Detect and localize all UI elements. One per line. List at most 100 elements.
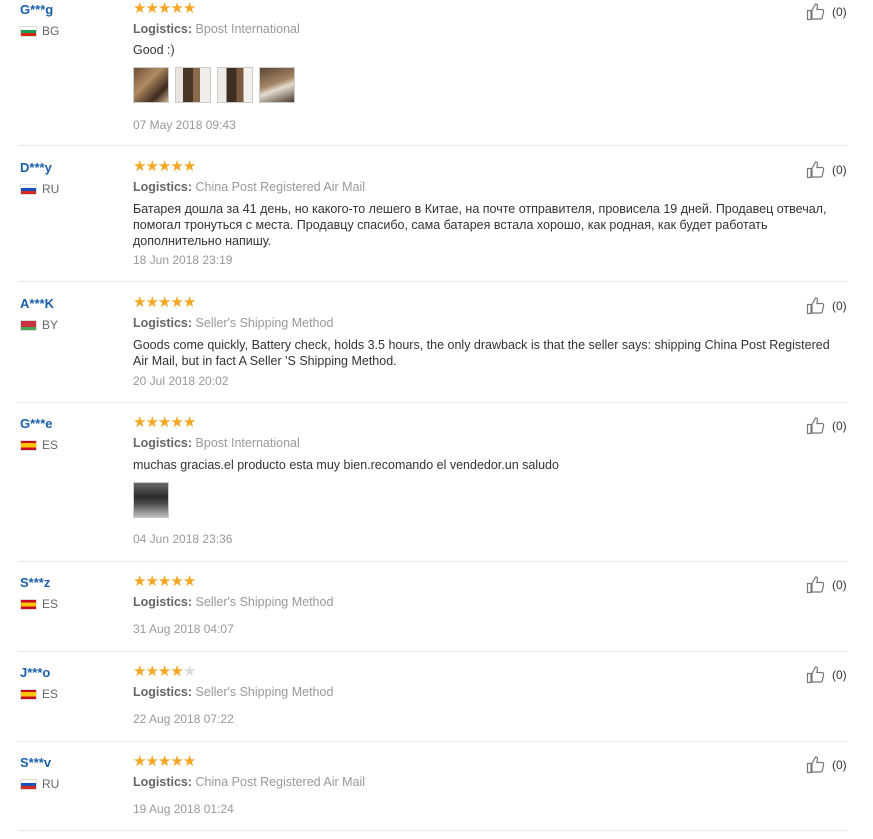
- logistics-info: Logistics: China Post Registered Air Mai…: [133, 775, 365, 789]
- star-rating: ★ ★ ★ ★ ★: [133, 158, 196, 175]
- logistics-label: Logistics:: [133, 775, 193, 789]
- logistics-method: Bpost International: [195, 436, 300, 450]
- reviewer-country: BY: [20, 318, 58, 332]
- reviewer-name[interactable]: D***y: [20, 160, 52, 175]
- helpful-count: (0): [832, 577, 847, 592]
- logistics-info: Logistics: China Post Registered Air Mai…: [133, 180, 365, 194]
- helpful-button[interactable]: (0): [806, 755, 847, 774]
- star-icon: ★: [182, 753, 196, 770]
- review-item: S***z ES ★ ★ ★ ★ ★ Logistics: Seller's Shipp…: [0, 573, 873, 652]
- review-date: 04 Jun 2018 23:36: [133, 532, 233, 546]
- reviewer-name[interactable]: S***z: [20, 575, 50, 590]
- logistics-label: Logistics:: [133, 685, 193, 699]
- reviewer-name[interactable]: G***g: [20, 2, 53, 17]
- divider: [18, 830, 847, 831]
- review-text: Good :): [133, 43, 175, 57]
- review-text: Goods come quickly, Battery check, holds…: [133, 338, 830, 368]
- star-icon: ★: [170, 663, 183, 680]
- country-code: ES: [42, 597, 59, 611]
- divider: [18, 741, 847, 742]
- country-code: ES: [42, 687, 59, 701]
- star-icon: ★: [157, 0, 171, 17]
- reviewer-name[interactable]: S***v: [20, 755, 51, 770]
- logistics-method: Seller's Shipping Method: [195, 316, 334, 330]
- star-icon: ★: [133, 0, 146, 17]
- helpful-button[interactable]: (0): [806, 665, 847, 684]
- star-icon: ★: [170, 573, 183, 590]
- flag-icon: [20, 439, 37, 451]
- review-date: 19 Aug 2018 01:24: [133, 802, 234, 816]
- star-icon: ★: [170, 0, 183, 17]
- flag-icon: [20, 598, 37, 610]
- divider: [18, 281, 847, 282]
- thumbs-up-icon: [806, 296, 826, 315]
- star-icon: ★: [182, 414, 196, 431]
- star-icon: ★: [170, 294, 183, 311]
- star-icon: ★: [133, 414, 146, 431]
- review-photo[interactable]: [133, 67, 169, 103]
- reviewer-name[interactable]: A***K: [20, 296, 54, 311]
- thumbs-up-icon: [806, 160, 826, 179]
- country-code: BY: [42, 318, 59, 332]
- star-icon: ★: [145, 158, 158, 175]
- star-icon: ★: [157, 663, 171, 680]
- star-icon: ★: [145, 663, 158, 680]
- divider: [18, 651, 847, 652]
- helpful-button[interactable]: (0): [806, 416, 847, 435]
- thumbs-up-icon: [806, 755, 826, 774]
- star-rating: ★ ★ ★ ★ ★: [133, 663, 196, 680]
- review-photo[interactable]: [175, 67, 211, 103]
- reviewer-country: ES: [20, 438, 58, 452]
- thumbs-up-icon: [806, 416, 826, 435]
- star-icon: ★: [145, 573, 158, 590]
- star-icon: ★: [182, 573, 196, 590]
- country-code: BG: [42, 24, 60, 38]
- review-item: D***y RU ★ ★ ★ ★ ★ Logistics: China Post Reg…: [0, 158, 873, 282]
- logistics-label: Logistics:: [133, 316, 193, 330]
- review-photos: [133, 67, 295, 103]
- star-icon: ★: [157, 414, 171, 431]
- thumbs-up-icon: [806, 575, 826, 594]
- star-icon: ★: [182, 663, 196, 680]
- star-rating: ★ ★ ★ ★ ★: [133, 573, 196, 590]
- logistics-label: Logistics:: [133, 22, 193, 36]
- feedback-list: G***g BG ★ ★ ★ ★ ★ Logistics: Bpost Internat…: [0, 0, 873, 839]
- flag-icon: [20, 778, 37, 790]
- review-photo[interactable]: [259, 67, 295, 103]
- star-icon: ★: [145, 294, 158, 311]
- logistics-method: China Post Registered Air Mail: [195, 180, 366, 194]
- reviewer-country: ES: [20, 597, 58, 611]
- helpful-button[interactable]: (0): [806, 296, 847, 315]
- country-code: RU: [42, 182, 60, 196]
- divider: [18, 145, 847, 146]
- review-date: 22 Aug 2018 07:22: [133, 712, 234, 726]
- star-icon: ★: [182, 0, 196, 17]
- helpful-button[interactable]: (0): [806, 575, 847, 594]
- divider: [18, 402, 847, 403]
- star-icon: ★: [133, 294, 146, 311]
- reviewer-name[interactable]: G***e: [20, 416, 53, 431]
- logistics-label: Logistics:: [133, 595, 193, 609]
- star-icon: ★: [170, 753, 183, 770]
- reviewer-country: RU: [20, 182, 59, 196]
- helpful-button[interactable]: (0): [806, 160, 847, 179]
- review-photos: [133, 482, 169, 518]
- star-icon: ★: [170, 414, 183, 431]
- review-date: 18 Jun 2018 23:19: [133, 253, 233, 267]
- star-icon: ★: [145, 414, 158, 431]
- reviewer-name[interactable]: J***o: [20, 665, 50, 680]
- logistics-info: Logistics: Seller's Shipping Method: [133, 316, 333, 330]
- star-icon: ★: [157, 294, 171, 311]
- review-text: Батарея дошла за 41 день, но какого-то л…: [133, 202, 827, 248]
- divider: [18, 561, 847, 562]
- star-icon: ★: [133, 158, 146, 175]
- review-photo[interactable]: [133, 482, 169, 518]
- helpful-button[interactable]: (0): [806, 2, 847, 21]
- review-date: 20 Jul 2018 20:02: [133, 374, 229, 388]
- review-photo[interactable]: [217, 67, 253, 103]
- reviewer-country: ES: [20, 687, 58, 701]
- logistics-method: Bpost International: [195, 22, 300, 36]
- logistics-method: China Post Registered Air Mail: [195, 775, 366, 789]
- review-item: J***o ES ★ ★ ★ ★ ★ Logistics: Seller's Shipp…: [0, 663, 873, 742]
- star-icon: ★: [133, 753, 146, 770]
